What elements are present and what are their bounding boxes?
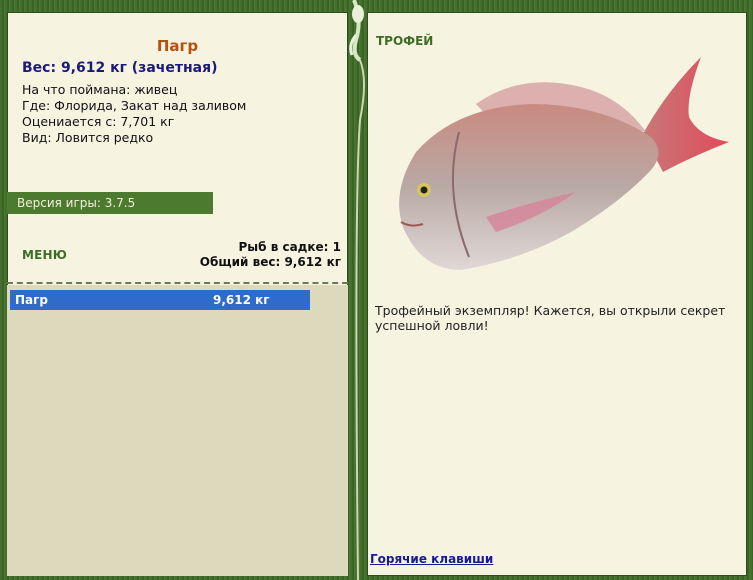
rated-from-info: Оцениается с: 7,701 кг: [22, 114, 175, 129]
version-bar: Версия игры: 3.7.5: [7, 192, 213, 214]
list-item-name: Пагр: [15, 293, 48, 307]
rarity-info: Вид: Ловится редко: [22, 130, 154, 145]
hotkeys-link[interactable]: Горячие клавиши: [370, 552, 493, 566]
divider: [7, 282, 348, 284]
location-info: Где: Флорида, Закат над заливом: [22, 98, 247, 113]
fish-name: Пагр: [156, 37, 199, 55]
keep-stats: Рыб в садке: 1 Общий вес: 9,612 кг: [200, 240, 341, 270]
right-panel: ТРОФЕЙ Трофейный экземпляр! Кажется, вы …: [367, 12, 747, 576]
menu-button[interactable]: МЕНЮ: [22, 248, 67, 262]
fish-image: [399, 57, 729, 270]
left-panel: Пагр Вес: 9,612 кг (зачетная) На что пой…: [7, 12, 348, 576]
bait-info: На что поймана: живец: [22, 82, 178, 97]
fish-count: Рыб в садке: 1: [238, 240, 342, 254]
trophy-description: Трофейный экземпляр! Кажется, вы открыли…: [375, 303, 726, 333]
total-weight: Общий вес: 9,612 кг: [199, 255, 341, 269]
fish-info: На что поймана: живец Где: Флорида, Зака…: [22, 82, 246, 146]
catch-list: Пагр 9,612 кг: [7, 285, 348, 576]
list-item[interactable]: Пагр 9,612 кг: [10, 290, 310, 310]
fish-weight: Вес: 9,612 кг (зачетная): [22, 60, 218, 76]
list-item-weight: 9,612 кг: [213, 293, 270, 307]
